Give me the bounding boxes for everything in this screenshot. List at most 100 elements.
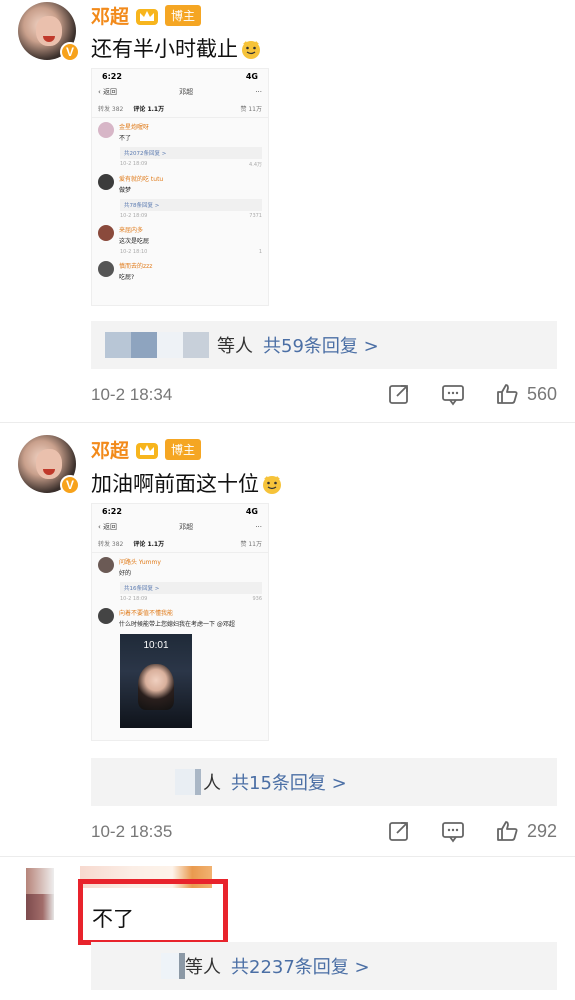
shot-comment: 来屈内多 这次是吃屁 10-2 18:10 1	[92, 221, 268, 257]
tab-likes: 赞 11万	[240, 106, 262, 113]
host-badge: 博主	[165, 439, 202, 460]
comment-text: 不了	[119, 135, 132, 142]
back-label: ‹ 返回	[98, 523, 118, 531]
commenter-avatar	[98, 608, 114, 624]
shot-comment: 爱有就的吃 tutu 做梦 共78条回复 > 10-2 18:09 7371	[92, 170, 268, 221]
comment-text: 好的	[119, 570, 132, 577]
shot-comment: 向着不要值不懂我能 什么时候能带上您媳妇我在考虑一下 @邓超 10:01	[92, 604, 268, 728]
like-button[interactable]: 560	[495, 382, 557, 406]
reply-summary[interactable]: 等人 共2237条回复 >	[91, 942, 557, 990]
status-bar: 6:22 4G	[92, 69, 268, 84]
reply-link: 共16条回复 >	[120, 582, 262, 594]
comment-time: 10-2 18:09	[120, 596, 148, 602]
comment-icon[interactable]	[441, 382, 465, 406]
comment-likes: 1	[258, 249, 262, 255]
avatar-blurred[interactable]	[26, 868, 54, 920]
blurred-avatars	[105, 332, 209, 358]
commenter-name: 金星炮喔呀	[119, 124, 150, 131]
post-text: 还有半小时截止	[91, 37, 238, 61]
shot-comment: 金星炮喔呀 不了 共2072条回复 > 10-2 18:09 4.4万	[92, 118, 268, 170]
reply-summary[interactable]: 等人 共59条回复 >	[91, 321, 557, 369]
reply-count-link[interactable]: 共59条回复 >	[263, 332, 379, 358]
reply-link: 共2072条回复 >	[120, 147, 262, 159]
action-bar: 292	[387, 819, 557, 843]
commenter-name: 问路头 Yummy	[119, 559, 161, 566]
more-icon: ···	[255, 523, 262, 531]
name-row: 邓超 博主	[91, 2, 202, 29]
username[interactable]: 邓超	[91, 436, 129, 463]
comment-text: 做梦	[119, 187, 132, 194]
comment-time: 10-2 18:10	[120, 249, 148, 255]
blurred-avatars	[161, 953, 185, 979]
shot-tabs: 转发 382 评论 1.1万 赞 11万	[92, 535, 268, 553]
comment-screenshot[interactable]: 6:22 4G ‹ 返回 邓超 ··· 转发 382 评论 1.1万 赞 11万…	[91, 68, 269, 306]
highlight-box	[78, 879, 228, 945]
like-count: 292	[526, 820, 557, 841]
tab-comments: 评论 1.1万	[133, 541, 165, 548]
crown-icon	[136, 442, 159, 459]
action-bar: 560	[387, 382, 557, 406]
commenter-avatar	[98, 122, 114, 138]
emoji-icon	[263, 476, 281, 494]
commenter-avatar	[98, 261, 114, 277]
crown-icon	[136, 8, 159, 25]
tab-comments: 评论 1.1万	[133, 106, 165, 113]
comment-text: 吃屁?	[119, 274, 135, 281]
status-time: 6:22	[102, 507, 122, 516]
commenter-avatar	[98, 557, 114, 573]
photo-person	[138, 664, 174, 710]
comment-text: 什么时候能带上您媳妇我在考虑一下 @邓超	[119, 621, 235, 628]
status-bar: 6:22 4G	[92, 504, 268, 519]
tab-repost: 转发 382	[98, 541, 124, 548]
reply-count-link[interactable]: 共2237条回复 >	[231, 953, 370, 979]
comment-text: 这次是吃屁	[119, 238, 150, 245]
shot-comment: 问路头 Yummy 好的 共16条回复 > 10-2 18:09 936	[92, 553, 268, 604]
shot-nav: ‹ 返回 邓超 ···	[92, 519, 268, 535]
like-button[interactable]: 292	[495, 819, 557, 843]
comment-screenshot[interactable]: 6:22 4G ‹ 返回 邓超 ··· 转发 382 评论 1.1万 赞 11万…	[91, 503, 269, 741]
commenter-name: 向着不要值不懂我能	[119, 610, 174, 617]
divider	[0, 422, 575, 423]
lock-clock: 10:01	[143, 640, 169, 651]
post-content: 还有半小时截止	[91, 33, 262, 63]
avatar[interactable]: V	[18, 2, 80, 62]
post-text: 加油啊前面这十位	[91, 472, 259, 496]
comment-likes: 4.4万	[249, 162, 262, 168]
divider	[0, 856, 575, 857]
reply-people: 人	[203, 773, 221, 794]
reply-people: 等人	[217, 336, 253, 357]
lockscreen-photo: 10:01	[120, 634, 192, 728]
comment-icon[interactable]	[441, 819, 465, 843]
like-icon	[497, 821, 518, 841]
emoji-icon	[242, 41, 260, 59]
commenter-name: 慎而去的zzz	[119, 263, 153, 270]
avatar[interactable]: V	[18, 435, 80, 495]
reply-link: 共78条回复 >	[120, 199, 262, 211]
tab-repost: 转发 382	[98, 106, 124, 113]
share-icon[interactable]	[387, 819, 411, 843]
nav-name: 邓超	[179, 88, 194, 96]
reply-summary[interactable]: 人 共15条回复 >	[91, 758, 557, 806]
post-content: 加油啊前面这十位	[91, 468, 283, 498]
back-label: ‹ 返回	[98, 88, 118, 96]
name-row: 邓超 博主	[91, 436, 202, 463]
verified-icon: V	[60, 42, 80, 62]
more-icon: ···	[255, 88, 262, 96]
shot-comment: 慎而去的zzz 吃屁?	[92, 257, 268, 283]
verified-icon: V	[60, 475, 80, 495]
tab-likes: 赞 11万	[240, 541, 262, 548]
post-time: 10-2 18:35	[91, 822, 173, 841]
reply-count-link[interactable]: 共15条回复 >	[231, 769, 347, 795]
comment-likes: 936	[252, 596, 262, 602]
status-signal: 4G	[245, 72, 258, 81]
comment-time: 10-2 18:09	[120, 161, 148, 167]
blurred-avatars	[175, 769, 201, 795]
commenter-avatar	[98, 174, 114, 190]
nav-name: 邓超	[179, 523, 194, 531]
host-badge: 博主	[165, 5, 202, 26]
status-time: 6:22	[102, 72, 122, 81]
username[interactable]: 邓超	[91, 2, 129, 29]
status-signal: 4G	[245, 507, 258, 516]
shot-nav: ‹ 返回 邓超 ···	[92, 84, 268, 100]
share-icon[interactable]	[387, 382, 411, 406]
